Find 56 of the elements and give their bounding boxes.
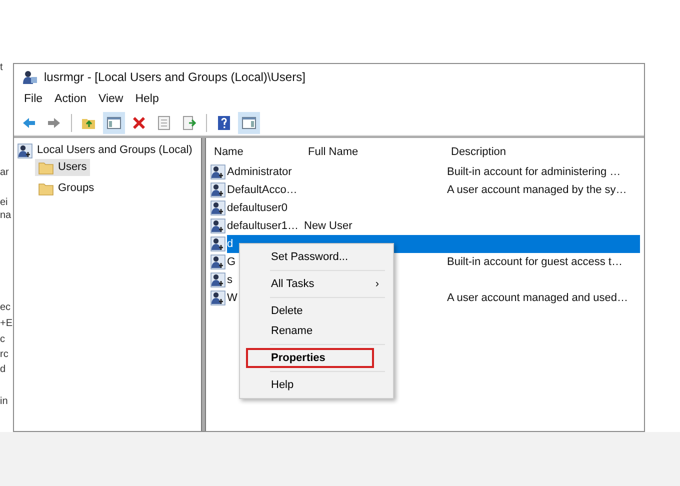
tree-item[interactable]: Groups [58, 180, 94, 197]
table-cell-text: Built-in account for guest access t… [447, 254, 624, 270]
text-fragment: c [0, 333, 5, 347]
user-icon [210, 254, 226, 270]
column-header[interactable]: Description [447, 144, 640, 160]
properties-icon [156, 114, 172, 130]
submenu-arrow: › [375, 276, 379, 292]
user-icon [210, 182, 226, 198]
user-icon [210, 290, 226, 306]
table-cell-text: New User [304, 218, 354, 234]
column-header[interactable]: Name [210, 144, 304, 160]
text-fragment: ei [0, 196, 8, 210]
text-fragment: +E [0, 317, 13, 331]
menu-item[interactable]: Help [129, 91, 165, 109]
table-cell[interactable]: Administrator [227, 163, 304, 181]
user-icon [210, 236, 226, 252]
text-fragment: rc [0, 348, 8, 362]
window-title: lusrmgr - [Local Users and Groups (Local)\Users] [44, 69, 306, 86]
text-fragment: in [0, 395, 8, 409]
menu-item[interactable]: File [18, 91, 49, 109]
user-icon [210, 218, 226, 234]
menu-item[interactable]: Action [48, 91, 92, 109]
table-cell[interactable]: defaultuser1… [227, 217, 304, 235]
user-icon [210, 272, 226, 288]
folder-icon [38, 182, 54, 196]
tree-item[interactable]: Local Users and Groups (Local) [37, 142, 192, 159]
user-icon [210, 200, 226, 216]
menu-item[interactable]: Help [240, 375, 393, 395]
column-header[interactable]: Full Name [304, 144, 447, 160]
table-cell-text: A user account managed and used… [447, 290, 630, 306]
table-cell[interactable]: defaultuser0 [227, 199, 304, 217]
table-cell[interactable]: DefaultAcco… [227, 181, 304, 199]
menu-item[interactable]: Properties [246, 348, 374, 368]
export-list-icon [181, 114, 197, 130]
text-fragment: na [0, 209, 12, 223]
computer-users-icon [17, 142, 33, 158]
action-pane-icon [241, 114, 257, 130]
text-fragment: d [0, 363, 6, 377]
toolbar-button[interactable] [103, 112, 125, 134]
delete-icon [131, 114, 147, 130]
table-cell-text: A user account managed by the sy… [447, 182, 628, 198]
console-tree-icon [106, 114, 122, 130]
toolbar-button[interactable] [238, 112, 260, 134]
menu-item[interactable]: Rename [240, 321, 393, 341]
text-fragment: t [0, 61, 3, 75]
help-icon [216, 114, 232, 130]
menu-item[interactable]: View [92, 91, 130, 109]
app-icon [22, 69, 38, 85]
text-fragment: ec [0, 301, 11, 315]
table-cell-text: Built-in account for administering … [447, 164, 622, 180]
user-icon [210, 164, 226, 180]
menu-item[interactable]: Delete [240, 301, 393, 321]
text-fragment: ar [0, 166, 9, 180]
menu-item[interactable]: Set Password... [240, 247, 393, 267]
folder-icon [38, 160, 54, 174]
menu-item[interactable]: All Tasks › [240, 274, 393, 294]
